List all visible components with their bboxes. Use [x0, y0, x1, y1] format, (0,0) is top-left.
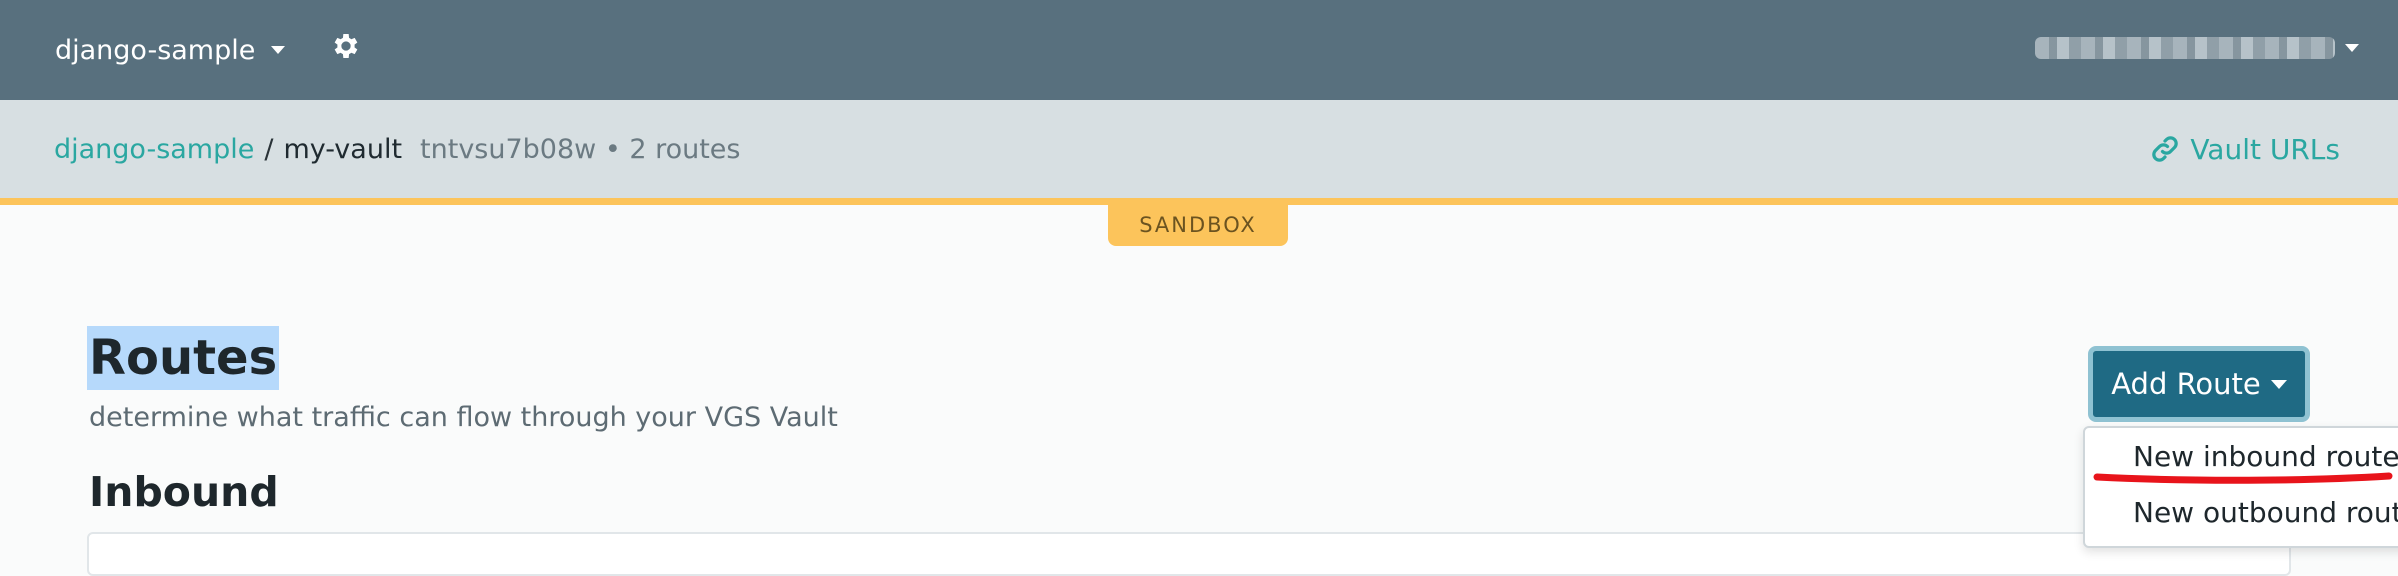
section-title-inbound: Inbound [89, 468, 279, 516]
caret-down-icon [271, 46, 286, 54]
gear-icon[interactable] [330, 30, 362, 62]
link-icon [2152, 136, 2179, 162]
red-underline-annotation [2093, 472, 2393, 484]
add-route-button[interactable]: Add Route [2088, 346, 2310, 422]
new-outbound-route-item[interactable]: New outbound route [2133, 496, 2398, 529]
vault-urls-label: Vault URLs [2190, 132, 2340, 166]
breadcrumb-organization-link[interactable]: django-sample [54, 134, 254, 165]
breadcrumb-separator: / [264, 133, 274, 165]
vault-header-bar: django-sample / my-vault tntvsu7b08w • 2… [0, 100, 2398, 205]
vault-meta: tntvsu7b08w • 2 routes [420, 133, 741, 165]
breadcrumb: django-sample / my-vault tntvsu7b08w • 2… [54, 100, 741, 198]
page-title: Routes [87, 326, 280, 390]
add-route-label: Add Route [2111, 367, 2261, 401]
vault-urls-link[interactable]: Vault URLs [2150, 100, 2340, 198]
environment-badge: SANDBOX [1108, 203, 1288, 246]
caret-down-icon [2345, 44, 2359, 52]
inbound-routes-panel [87, 532, 2291, 576]
user-email-redacted [2035, 37, 2335, 59]
caret-down-icon [2270, 379, 2287, 389]
page-subtitle: determine what traffic can flow through … [89, 402, 838, 433]
project-switcher[interactable]: django-sample [55, 28, 286, 72]
breadcrumb-vault-name: my-vault [283, 133, 403, 165]
project-name: django-sample [55, 34, 256, 66]
user-menu[interactable] [2035, 30, 2359, 66]
top-navbar: django-sample [0, 0, 2398, 100]
